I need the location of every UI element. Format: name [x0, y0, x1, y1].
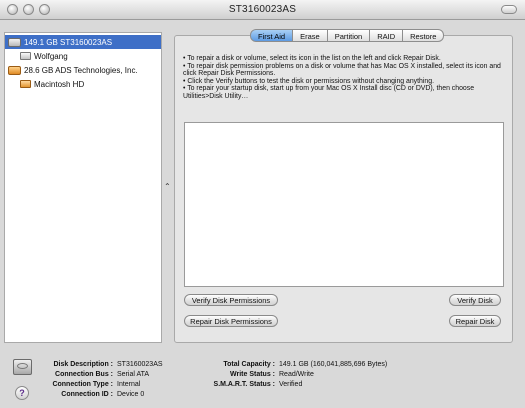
smart-status-label: S.M.A.R.T. Status : [213, 381, 275, 388]
repair-disk-button[interactable]: Repair Disk [449, 315, 501, 327]
tab-restore[interactable]: Restore [403, 29, 445, 42]
external-disk-icon [8, 65, 21, 75]
disk-description-value: ST3160023AS [117, 361, 163, 368]
write-status-label: Write Status : [230, 371, 275, 378]
volume-item-label: Macintosh HD [34, 79, 85, 89]
verify-disk-button[interactable]: Verify Disk [449, 294, 501, 306]
disk-item-st3160023as[interactable]: 149.1 GB ST3160023AS [5, 35, 161, 49]
instruction-line: • To repair a disk or volume, select its… [183, 55, 441, 62]
tab-first-aid[interactable]: First Aid [250, 29, 294, 42]
title-bar: ST3160023AS [0, 0, 525, 20]
splitter-handle[interactable]: ⌃ [164, 182, 171, 191]
toolbar-toggle-button[interactable] [501, 5, 517, 14]
connection-type-label: Connection Type : [52, 381, 113, 388]
first-aid-instructions: • To repair a disk or volume, select its… [183, 55, 508, 101]
window-title: ST3160023AS [228, 4, 297, 15]
connection-id-value: Device 0 [117, 391, 145, 398]
connection-id-label: Connection ID : [61, 391, 113, 398]
write-status-value: Read/Write [279, 371, 314, 378]
disk-item-label: 149.1 GB ST3160023AS [24, 37, 113, 47]
tab-partition[interactable]: Partition [327, 29, 371, 42]
tab-bar: First Aid Erase Partition RAID Restore [250, 29, 445, 42]
connection-bus-value: Serial ATA [117, 371, 150, 378]
connection-type-value: Internal [117, 381, 141, 388]
disk-info-right: Total Capacity : 149.1 GB (160,041,885,69… [195, 360, 388, 390]
volume-item-label: Wolfgang [34, 51, 68, 61]
first-aid-log[interactable] [184, 122, 504, 287]
disk-list: 149.1 GB ST3160023AS Wolfgang 28.6 GB AD… [4, 32, 162, 343]
volume-item-macintosh-hd[interactable]: Macintosh HD [5, 77, 161, 91]
instruction-line: • To repair your startup disk, start up … [183, 85, 475, 100]
instruction-line: • To repair disk permission problems on … [183, 62, 501, 78]
hard-disk-icon [8, 37, 21, 47]
volume-icon [20, 80, 31, 88]
volume-icon [20, 52, 31, 60]
connection-bus-label: Connection Bus : [55, 371, 113, 378]
repair-disk-permissions-button[interactable]: Repair Disk Permissions [184, 315, 278, 327]
hard-disk-icon [13, 359, 32, 375]
total-capacity-label: Total Capacity : [223, 361, 275, 368]
disk-description-label: Disk Description : [53, 361, 113, 368]
instruction-line: • Click the Verify buttons to test the d… [183, 77, 434, 85]
help-button[interactable]: ? [15, 386, 29, 400]
smart-status-value: Verified [279, 381, 303, 388]
tab-erase[interactable]: Erase [293, 29, 328, 42]
total-capacity-value: 149.1 GB (160,041,885,696 Bytes) [279, 361, 388, 368]
disk-item-ads-technologies[interactable]: 28.6 GB ADS Technologies, Inc. [5, 63, 161, 77]
disk-item-label: 28.6 GB ADS Technologies, Inc. [24, 65, 138, 75]
disk-info-left: Disk Description : ST3160023AS Connection… [40, 360, 163, 400]
tab-raid[interactable]: RAID [370, 29, 404, 42]
verify-disk-permissions-button[interactable]: Verify Disk Permissions [184, 294, 278, 306]
volume-item-wolfgang[interactable]: Wolfgang [5, 49, 161, 63]
